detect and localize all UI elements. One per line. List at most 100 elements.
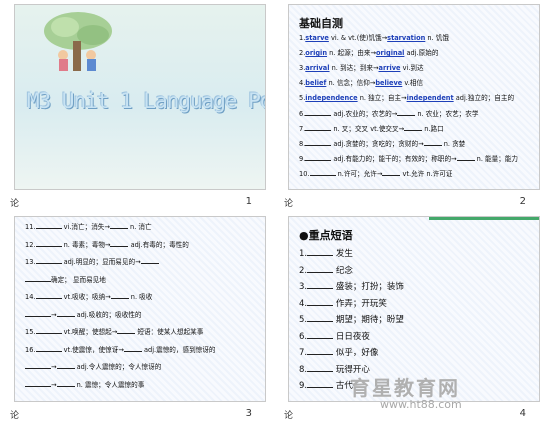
answer-blank[interactable] [307,349,334,355]
line-gloss: n. 消亡 [127,223,152,231]
exercise-line: 3. 盛装；打扮；装饰 [299,282,404,292]
slide-thumbnail-3[interactable]: 11. vi.消亡；消失→ n. 消亡 12. n. 毒素；毒物→ adj.有毒的… [0,212,274,424]
line-gloss: vt.允许 n.许可证 [400,170,453,178]
slide-thumbnail-1[interactable]: M3 Unit 1 Language Points 论 1 [0,0,274,212]
slide-transition-icon: 论 [284,411,294,421]
answer-blank[interactable] [307,250,334,256]
line-gloss: v.相信 [402,79,424,87]
exercise-line: 14. vt.吸收；吸纳→ n. 吸收 [25,293,152,302]
exercise-line: 1. 发生 [299,249,353,259]
exercise-line: 9. 古代 [299,381,353,391]
answer-blank[interactable] [56,381,75,387]
answer-blank[interactable] [307,316,334,322]
slide-sorter-grid: M3 Unit 1 Language Points 论 1 基础自测 1.sta… [0,0,548,425]
answer-blank[interactable] [140,258,159,264]
line-definition: vt.唤醒；使想起→ [61,328,118,336]
answer-word: belief [305,79,327,87]
answer-blank[interactable] [123,346,142,352]
line-gloss: 纪念 [333,265,353,276]
answer-word: independent [406,94,454,102]
answer-blank[interactable] [35,328,62,334]
answer-blank[interactable] [110,293,129,299]
answer-blank[interactable] [309,170,336,176]
answer-blank[interactable] [35,346,62,352]
line-definition: n. 叉；交叉 vt.使交叉→ [331,125,405,133]
answer-blank[interactable] [25,276,51,282]
exercise-line: 4. 作弄；开玩笑 [299,299,387,309]
answer-blank[interactable] [56,363,75,369]
exercise-line: 2.origin n. 起源；由来→original adj.原始的 [299,49,438,58]
answer-blank[interactable] [25,363,51,369]
slide-thumbnail-2[interactable]: 基础自测 1.starve vi. & vt.(使)饥饿→starvation … [274,0,548,212]
answer-blank[interactable] [423,140,442,146]
line-number: 7. [299,348,308,358]
answer-blank[interactable] [305,140,332,146]
answer-blank[interactable] [305,155,332,161]
line-definition: adj.农业的；农艺的→ [331,110,398,118]
answer-blank[interactable] [307,283,334,289]
line-gloss: n. 贪婪 [441,140,466,148]
line-definition: n. 起源；由来→ [327,49,376,57]
slide-3[interactable]: 11. vi.消亡；消失→ n. 消亡 12. n. 毒素；毒物→ adj.有毒的… [14,216,266,402]
slide-heading: 基础自测 [299,17,343,30]
exercise-line: 6. 日日夜夜 [299,332,370,342]
line-gloss: 发生 [333,249,353,259]
answer-blank[interactable] [117,328,136,334]
line-gloss: adj.有毒的；毒性的 [128,240,189,249]
line-number: 15. [25,328,36,336]
answer-blank[interactable] [305,125,332,131]
answer-blank[interactable] [307,267,334,273]
slide-1[interactable]: M3 Unit 1 Language Points [14,4,266,190]
watermark-url: www.ht88.com [380,398,462,411]
slide-2[interactable]: 基础自测 1.starve vi. & vt.(使)饥饿→starvation … [288,4,540,190]
answer-blank[interactable] [25,311,51,317]
exercise-line: 7. n. 叉；交叉 vt.使交叉→ n.路口 [299,125,444,134]
watermark-logo: 育星教育网 [350,376,460,400]
line-definition: vt.吸收；吸纳→ [61,293,111,301]
answer-blank[interactable] [307,366,334,372]
answer-blank[interactable] [397,110,416,116]
answer-blank[interactable] [35,223,62,229]
line-definition: 确定； [51,275,71,284]
answer-blank[interactable] [35,258,62,264]
answer-blank[interactable] [109,223,128,229]
line-number: 3. [299,282,308,292]
line-number: 6. [299,331,308,342]
line-gloss: adj.令人震惊的；令人惊讶的 [74,363,162,371]
slide-transition-icon: 论 [10,411,20,421]
line-definition: vi. & vt.(使)饥饿→ [328,34,388,42]
line-gloss: vi.到达 [400,64,424,72]
slide-transition-icon: 论 [284,199,294,209]
line-gloss: n. 震惊；令人震惊的事 [74,380,145,389]
line-number: 8. [299,364,308,375]
answer-blank[interactable] [382,170,401,176]
accent-bar [429,217,539,220]
exercise-line: 8. adj.贪婪的；贪吃的；贪财的→ n. 贪婪 [299,140,465,149]
answer-word: arrive [378,64,401,72]
answer-blank[interactable] [307,300,334,306]
answer-blank[interactable] [56,311,75,317]
slide-number: 4 [519,408,526,419]
answer-blank[interactable] [25,381,51,387]
line-gloss: 似乎，好像 [333,348,379,358]
answer-blank[interactable] [35,293,62,299]
answer-blank[interactable] [35,241,62,247]
answer-blank[interactable] [456,155,475,161]
line-number: 9. [299,381,308,391]
answer-blank[interactable] [110,241,129,247]
exercise-line: 3.arrival n. 到达；到来→arrive vi.到达 [299,64,424,73]
answer-blank[interactable] [404,125,423,131]
line-definition: adj.贪婪的；贪吃的；贪财的→ [331,140,424,148]
answer-blank[interactable] [305,110,332,116]
exercise-line: → n. 震惊；令人震惊的事 [25,381,144,390]
line-definition: n.许可；允许→ [335,170,383,178]
line-definition: vt.使震惊，使惊讶→ [61,345,124,354]
answer-blank[interactable] [307,382,334,388]
slide-number: 3 [245,408,252,419]
line-number: 1. [299,249,308,259]
line-definition: adj.明显的；显而易见的→ [61,258,141,266]
answer-blank[interactable] [307,333,334,339]
line-definition: n. 毒素；毒物→ [61,240,111,249]
line-number: 2. [299,265,308,276]
line-gloss: 期望；期待；盼望 [333,315,404,325]
